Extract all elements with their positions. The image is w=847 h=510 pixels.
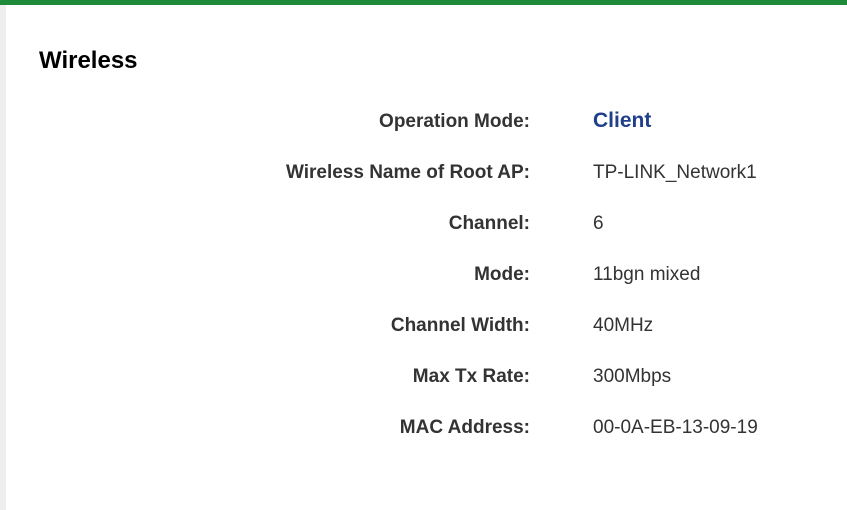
row-mode: Mode: 11bgn mixed bbox=[0, 256, 847, 307]
operation-mode-label: Operation Mode: bbox=[379, 111, 530, 132]
wireless-status-panel: Wireless Operation Mode: Client Wireless… bbox=[0, 0, 847, 510]
mac-address-label: MAC Address: bbox=[399, 417, 530, 438]
channel-label: Channel: bbox=[448, 213, 530, 234]
root-ap-name-value: TP-LINK_Network1 bbox=[593, 162, 757, 183]
max-tx-rate-label: Max Tx Rate: bbox=[412, 366, 530, 387]
operation-mode-value: Client bbox=[593, 109, 652, 132]
root-ap-name-label: Wireless Name of Root AP: bbox=[285, 162, 530, 183]
max-tx-rate-value: 300Mbps bbox=[593, 366, 672, 387]
mac-address-value: 00-0A-EB-13-09-19 bbox=[593, 417, 758, 438]
row-operation-mode: Operation Mode: Client bbox=[0, 103, 847, 154]
row-channel: Channel: 6 bbox=[0, 205, 847, 256]
mode-value: 11bgn mixed bbox=[593, 264, 701, 285]
mode-label: Mode: bbox=[474, 264, 530, 285]
channel-width-label: Channel Width: bbox=[390, 315, 530, 336]
channel-width-value: 40MHz bbox=[593, 315, 654, 336]
row-root-ap-name: Wireless Name of Root AP: TP-LINK_Networ… bbox=[0, 154, 847, 205]
row-channel-width: Channel Width: 40MHz bbox=[0, 307, 847, 358]
top-accent-bar bbox=[0, 0, 847, 5]
channel-value: 6 bbox=[593, 213, 604, 234]
row-max-tx-rate: Max Tx Rate: 300Mbps bbox=[0, 358, 847, 409]
row-mac-address: MAC Address: 00-0A-EB-13-09-19 bbox=[0, 409, 847, 460]
section-title: Wireless bbox=[39, 47, 138, 74]
wireless-info-table: Operation Mode: Client Wireless Name of … bbox=[0, 103, 847, 460]
